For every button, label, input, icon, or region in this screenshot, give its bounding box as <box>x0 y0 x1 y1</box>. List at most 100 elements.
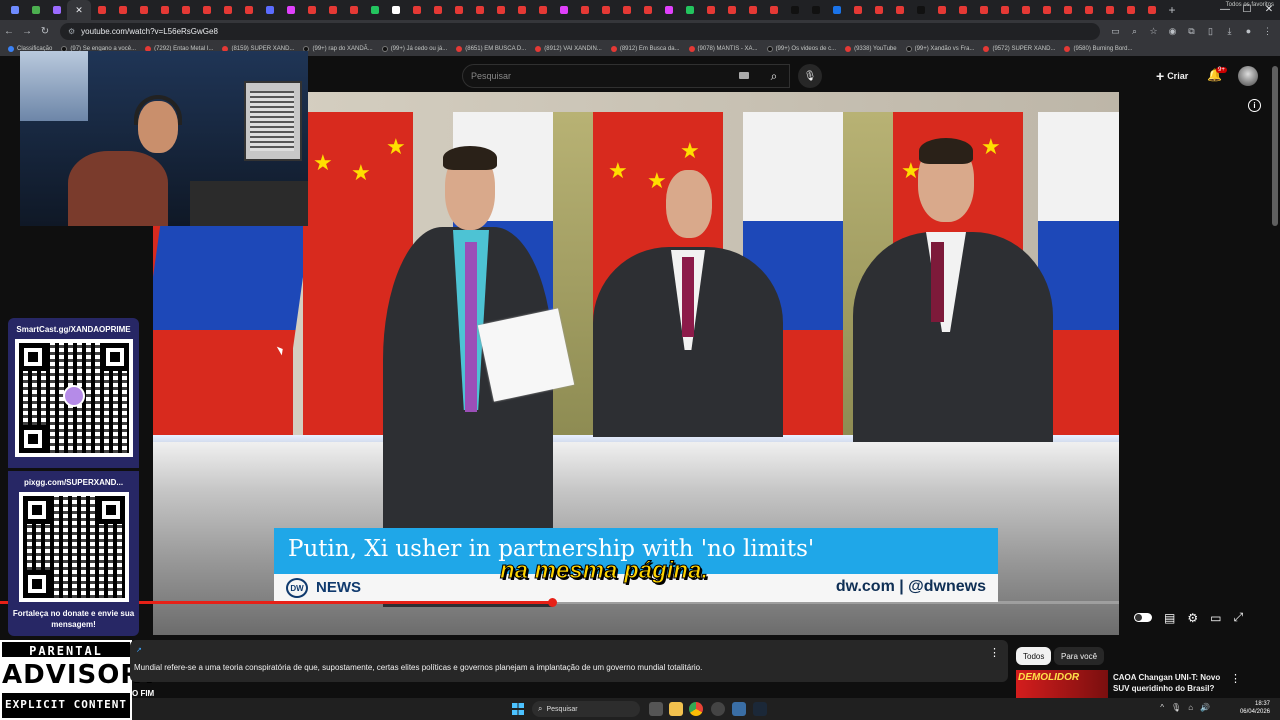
browser-tab[interactable] <box>574 0 595 20</box>
tray-chevron-icon[interactable]: ^ <box>1160 703 1164 712</box>
browser-tab[interactable] <box>1078 0 1099 20</box>
browser-tab[interactable] <box>1015 0 1036 20</box>
task-view-icon[interactable] <box>649 702 663 716</box>
theater-mode-icon[interactable]: ▭ <box>1210 611 1221 625</box>
back-icon[interactable]: ← <box>0 26 18 37</box>
browser-tab[interactable] <box>322 0 343 20</box>
menu-kebab-icon[interactable]: ⋮ <box>1258 26 1277 37</box>
browser-tab[interactable] <box>847 0 868 20</box>
omnibox[interactable]: ⚙ youtube.com/watch?v=L56eRsGwGe8 <box>60 22 1100 40</box>
profile-avatar-icon[interactable]: ● <box>1239 26 1258 37</box>
description-menu-icon[interactable]: ⋮ <box>989 646 1000 659</box>
chrome-icon[interactable] <box>689 702 703 716</box>
browser-tab[interactable] <box>427 0 448 20</box>
tray-mic-icon[interactable]: 🎙 <box>1171 703 1181 712</box>
settings-gear-icon[interactable]: ⚙ <box>1187 611 1198 625</box>
windows-start-icon[interactable] <box>512 703 524 715</box>
site-info-icon[interactable]: ⚙ <box>68 27 75 36</box>
chip-todos[interactable]: Todos <box>1016 647 1052 665</box>
browser-tab[interactable] <box>112 0 133 20</box>
browser-tab[interactable] <box>490 0 511 20</box>
bookmark-item[interactable]: (99+) Os videos de c... <box>766 46 836 52</box>
browser-tab[interactable] <box>658 0 679 20</box>
browser-tab[interactable]: ✕ <box>67 0 91 20</box>
browser-tab[interactable] <box>448 0 469 20</box>
browser-tab[interactable] <box>616 0 637 20</box>
video-description[interactable]: ↗ Mundial refere-se a uma teoria conspir… <box>130 640 1008 682</box>
bookmark-item[interactable]: (99+) Já cedo ou já... <box>381 46 447 52</box>
extension-icon[interactable]: ◉ <box>1163 26 1182 37</box>
browser-tab[interactable] <box>301 0 322 20</box>
browser-tab[interactable] <box>553 0 574 20</box>
browser-tab[interactable] <box>91 0 112 20</box>
browser-tab[interactable] <box>868 0 889 20</box>
browser-tab[interactable] <box>1099 0 1120 20</box>
browser-tab[interactable] <box>994 0 1015 20</box>
progress-scrubber[interactable] <box>547 598 557 607</box>
extensions-puzzle-icon[interactable]: ⧉ <box>1182 26 1201 37</box>
bookmark-item[interactable]: (8912) Em Busca da... <box>610 46 680 52</box>
keyboard-icon[interactable] <box>739 72 749 79</box>
browser-tab[interactable] <box>805 0 826 20</box>
browser-tab[interactable] <box>175 0 196 20</box>
volume-icon[interactable]: 🔊 <box>1200 703 1210 712</box>
taskbar-search[interactable]: ⌕ Pesquisar <box>532 701 640 717</box>
taskbar-clock[interactable]: 18:37 06/04/2026 <box>1240 700 1270 716</box>
browser-tab[interactable] <box>910 0 931 20</box>
browser-tab[interactable] <box>154 0 175 20</box>
side-panel-icon[interactable]: ▯ <box>1201 26 1220 37</box>
browser-tab[interactable] <box>259 0 280 20</box>
browser-tab[interactable] <box>385 0 406 20</box>
autoplay-toggle[interactable] <box>1134 613 1152 622</box>
browser-tab[interactable] <box>637 0 658 20</box>
browser-tab[interactable] <box>133 0 154 20</box>
browser-tab[interactable] <box>46 0 67 20</box>
browser-tab[interactable] <box>469 0 490 20</box>
search-icon[interactable]: ⌕ <box>760 64 788 88</box>
forward-icon[interactable]: → <box>18 26 36 37</box>
bookmark-item[interactable]: (9338) YouTube <box>845 46 897 52</box>
reload-icon[interactable]: ↻ <box>36 26 54 37</box>
cast-icon[interactable]: ▭ <box>1106 26 1125 37</box>
browser-tab[interactable] <box>1057 0 1078 20</box>
browser-tab[interactable] <box>931 0 952 20</box>
browser-tab[interactable] <box>679 0 700 20</box>
close-tab-icon[interactable]: ✕ <box>75 5 83 16</box>
bookmark-star-icon[interactable]: ☆ <box>1144 26 1163 37</box>
zoom-icon[interactable]: ⌕ <box>1125 26 1144 37</box>
user-avatar[interactable] <box>1238 66 1258 86</box>
new-tab-icon[interactable]: + <box>1162 3 1182 17</box>
browser-tab[interactable] <box>742 0 763 20</box>
info-icon[interactable]: i <box>1248 99 1261 112</box>
browser-tab[interactable] <box>784 0 805 20</box>
browser-tab[interactable] <box>532 0 553 20</box>
bookmark-item[interactable]: (9580) Burning Bord... <box>1064 46 1133 52</box>
browser-tab[interactable] <box>1120 0 1141 20</box>
browser-tab[interactable] <box>595 0 616 20</box>
browser-tab[interactable] <box>196 0 217 20</box>
bookmark-item[interactable]: (8651) EM BUSCA D... <box>456 46 526 52</box>
browser-tab[interactable] <box>721 0 742 20</box>
obs-icon[interactable] <box>711 702 725 716</box>
bookmark-item[interactable]: (8912) VAI XANDIN... <box>535 46 602 52</box>
browser-tab[interactable] <box>973 0 994 20</box>
subtitles-icon[interactable]: ▤ <box>1164 611 1175 625</box>
recommendation-thumbnail[interactable]: DEMOLIDOR <box>1016 670 1108 698</box>
youtube-search-input[interactable]: Pesquisar <box>462 64 790 88</box>
browser-tab[interactable] <box>889 0 910 20</box>
browser-tab[interactable] <box>511 0 532 20</box>
browser-tab[interactable] <box>406 0 427 20</box>
bookmark-item[interactable]: (9078) MANTIS - XA... <box>688 46 758 52</box>
browser-tab[interactable] <box>364 0 385 20</box>
browser-tab[interactable] <box>700 0 721 20</box>
recommendation-menu-icon[interactable]: ⋮ <box>1230 672 1241 685</box>
chip-para-voce[interactable]: Para você <box>1054 647 1105 665</box>
video-progress-bar[interactable] <box>0 598 1119 607</box>
bookmark-item[interactable]: (99+) rap do XANDÃ... <box>303 46 373 52</box>
steam-icon[interactable] <box>753 702 767 716</box>
file-explorer-icon[interactable] <box>669 702 683 716</box>
browser-tab[interactable] <box>952 0 973 20</box>
browser-tab[interactable] <box>280 0 301 20</box>
microphone-icon[interactable]: 🎙 <box>798 64 822 88</box>
browser-tab[interactable] <box>343 0 364 20</box>
